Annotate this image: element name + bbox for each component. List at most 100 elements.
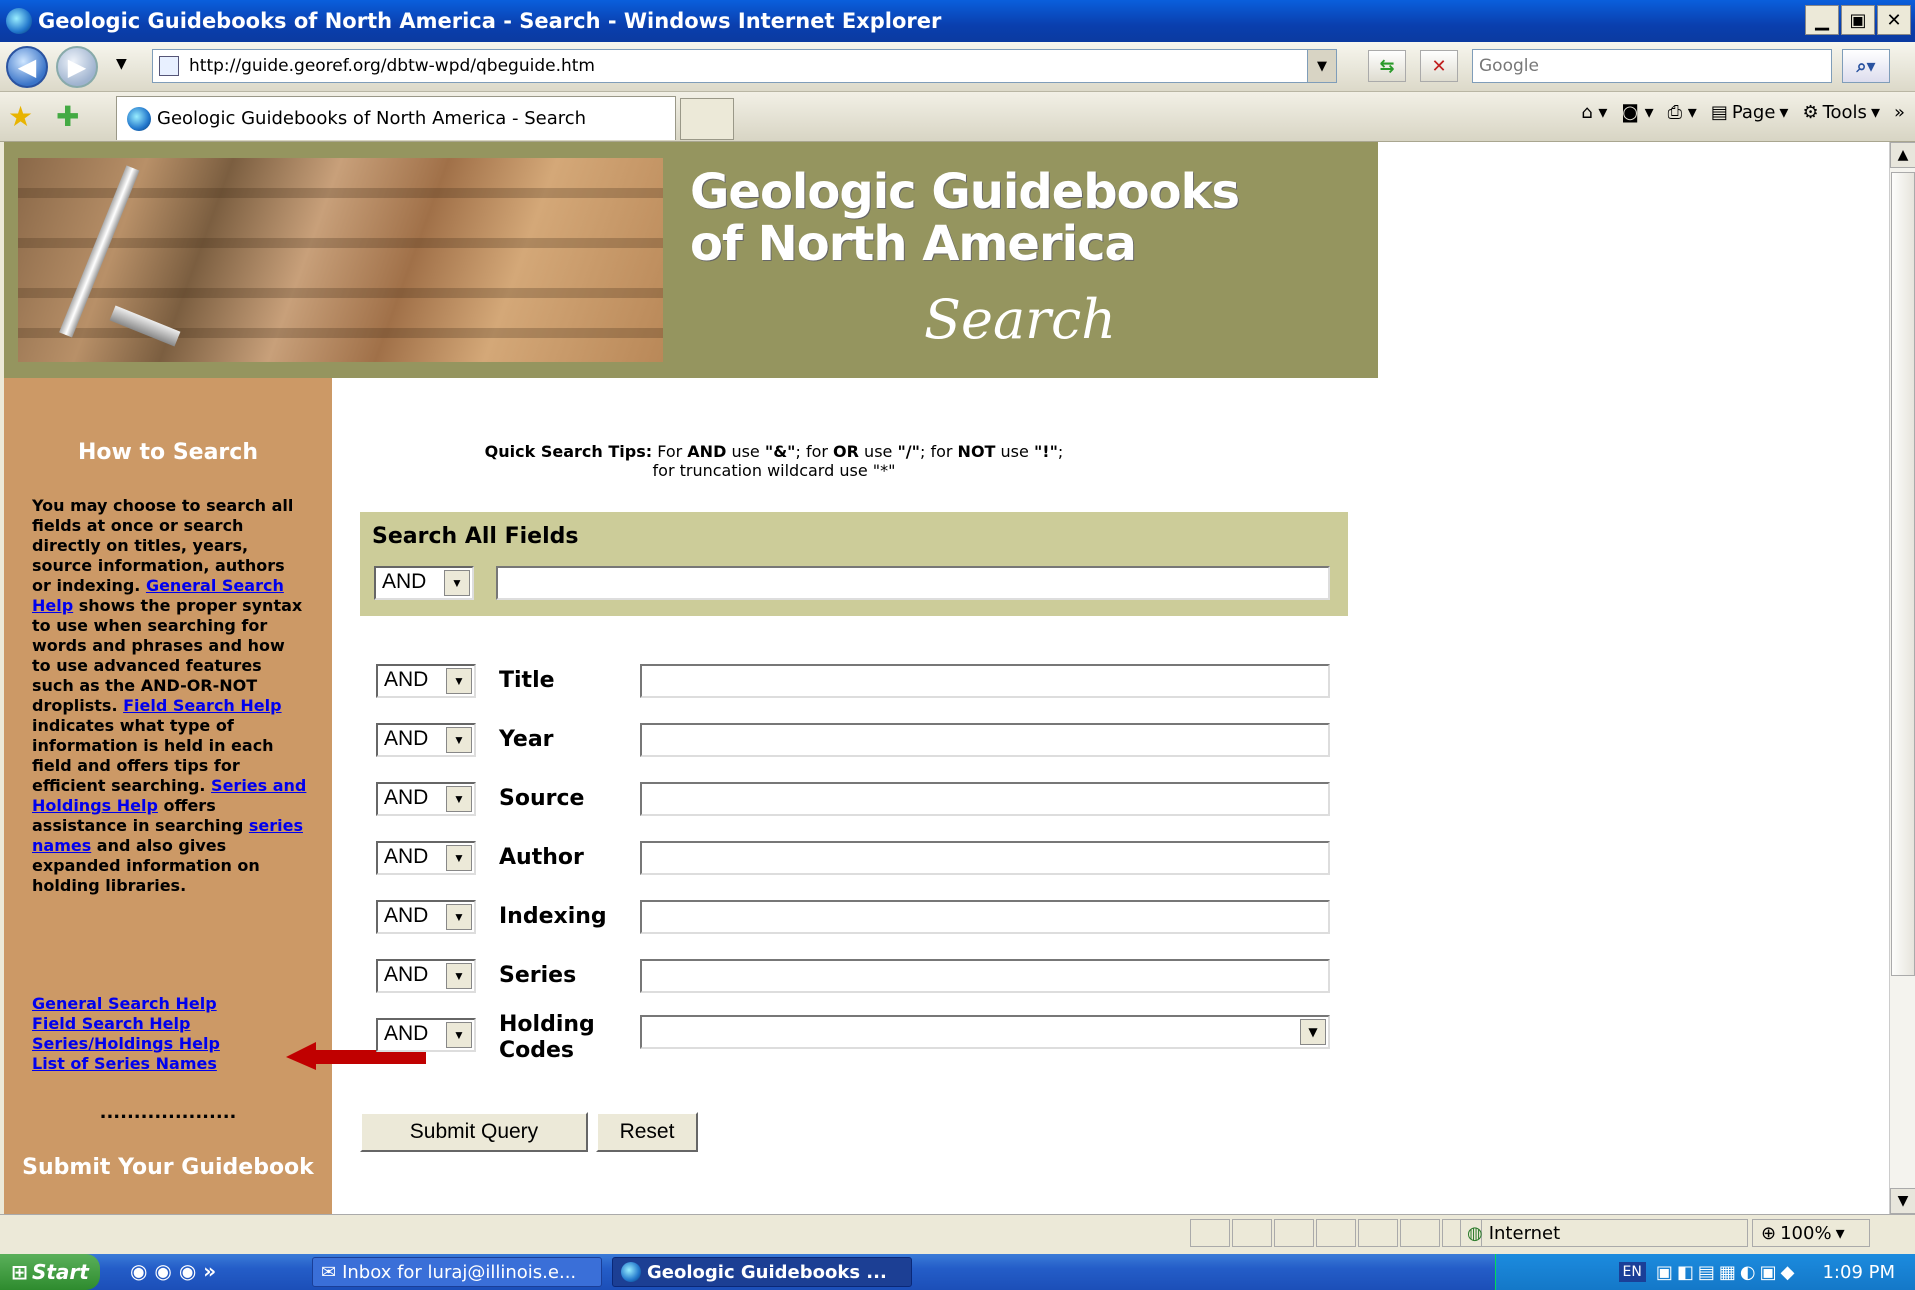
year-operator-select[interactable]: AND ▼ bbox=[376, 723, 476, 757]
holding-label-line1: Holding bbox=[499, 1012, 595, 1037]
indexing-input[interactable] bbox=[640, 900, 1330, 934]
author-input[interactable] bbox=[640, 841, 1330, 875]
new-tab-button[interactable] bbox=[680, 98, 734, 140]
zone-label: Internet bbox=[1488, 1222, 1561, 1244]
search-input[interactable]: Google bbox=[1472, 49, 1832, 83]
submit-query-button[interactable]: Submit Query bbox=[360, 1112, 588, 1152]
holding-codes-operator-select[interactable]: AND ▼ bbox=[376, 1018, 476, 1052]
all-fields-operator-select[interactable]: AND ▼ bbox=[374, 566, 474, 600]
address-url: http://guide.georef.org/dbtw-wpd/qbeguid… bbox=[189, 56, 595, 76]
submit-guidebook-heading[interactable]: Submit Your Guidebook bbox=[4, 1154, 332, 1181]
series-input[interactable] bbox=[640, 959, 1330, 993]
tools-menu-label: Tools bbox=[1822, 102, 1867, 123]
recent-pages-dropdown-icon[interactable]: ▼ bbox=[116, 56, 127, 72]
task1-label: Inbox for luraj@illinois.e... bbox=[342, 1261, 577, 1283]
reset-button[interactable]: Reset bbox=[596, 1112, 698, 1152]
tab-geologic-guidebooks[interactable]: Geologic Guidebooks of North America - S… bbox=[116, 96, 676, 140]
author-operator-select[interactable]: AND ▼ bbox=[376, 841, 476, 875]
quick-launch-icons[interactable]: ◉ ◉ ◉ » bbox=[130, 1259, 216, 1283]
chevron-down-icon: ▼ bbox=[444, 570, 470, 596]
indexing-label: Indexing bbox=[499, 904, 607, 929]
minimize-button[interactable]: ▁ bbox=[1805, 5, 1839, 35]
stop-icon[interactable]: ✕ bbox=[1420, 50, 1458, 82]
zone-indicator: ◍ Internet bbox=[1460, 1219, 1748, 1247]
vertical-scrollbar[interactable]: ▲ ▼ bbox=[1889, 142, 1915, 1214]
source-input[interactable] bbox=[640, 782, 1330, 816]
series-holdings-help-link[interactable]: Series/Holdings Help bbox=[32, 1034, 220, 1054]
banner-title-line2: of North America bbox=[690, 216, 1137, 272]
chevron-down-icon: ▼ bbox=[446, 904, 472, 930]
ie-page-icon bbox=[127, 106, 151, 131]
series-operator-select[interactable]: AND ▼ bbox=[376, 959, 476, 993]
holding-codes-select[interactable]: ▼ bbox=[640, 1015, 1330, 1049]
page-menu[interactable]: ▤ Page ▾ bbox=[1711, 102, 1789, 123]
scroll-thumb[interactable] bbox=[1891, 172, 1915, 976]
taskbar: ⊞ Start ◉ ◉ ◉ » ✉ Inbox for luraj@illino… bbox=[0, 1254, 1915, 1290]
home-icon[interactable]: ⌂ ▾ bbox=[1581, 102, 1607, 123]
tab-label: Geologic Guidebooks of North America - S… bbox=[157, 108, 587, 129]
scroll-down-icon[interactable]: ▼ bbox=[1890, 1188, 1915, 1214]
sidebar-description: You may choose to search all fields at o… bbox=[32, 496, 308, 896]
series-label: Series bbox=[499, 963, 577, 988]
clock: 1:09 PM bbox=[1822, 1261, 1895, 1283]
chevron-down-icon: ▼ bbox=[1300, 1019, 1326, 1045]
zoom-icon: ⊕ bbox=[1761, 1222, 1777, 1244]
status-bar: ◍ Internet ⊕ 100% ▾ bbox=[0, 1214, 1915, 1250]
search-icon[interactable]: ⌕▾ bbox=[1842, 49, 1890, 83]
indexing-operator-select[interactable]: AND ▼ bbox=[376, 900, 476, 934]
task2-label: Geologic Guidebooks ... bbox=[647, 1261, 887, 1283]
start-button[interactable]: ⊞ Start bbox=[0, 1254, 100, 1290]
maximize-button[interactable]: ▣ bbox=[1841, 5, 1875, 35]
year-label: Year bbox=[499, 727, 554, 752]
chevron-down-icon: ▼ bbox=[446, 1022, 472, 1048]
source-label: Source bbox=[499, 786, 585, 811]
tools-menu[interactable]: ⚙ Tools ▾ bbox=[1802, 102, 1880, 123]
refresh-icon[interactable]: ⇆ bbox=[1368, 50, 1406, 82]
taskbar-inbox-button[interactable]: ✉ Inbox for luraj@illinois.e... bbox=[312, 1257, 602, 1287]
year-input[interactable] bbox=[640, 723, 1330, 757]
author-label: Author bbox=[499, 845, 584, 870]
ie-window: Geologic Guidebooks of North America - S… bbox=[0, 0, 1915, 1290]
search-all-fields-heading: Search All Fields bbox=[372, 524, 579, 549]
tray-icons[interactable]: ▣◧▤▦◐▣◆ bbox=[1656, 1262, 1799, 1283]
scroll-up-icon[interactable]: ▲ bbox=[1890, 142, 1915, 168]
list-of-series-names-link[interactable]: List of Series Names bbox=[32, 1054, 220, 1074]
all-fields-input[interactable] bbox=[496, 566, 1330, 600]
tab-row: ★ ✚ Geologic Guidebooks of North America… bbox=[0, 92, 1915, 142]
title-label: Title bbox=[499, 668, 555, 693]
close-button[interactable]: ✕ bbox=[1877, 5, 1911, 35]
zoom-control[interactable]: ⊕ 100% ▾ bbox=[1752, 1219, 1870, 1247]
ie-logo-icon bbox=[6, 8, 32, 34]
operator-value: AND bbox=[382, 570, 427, 593]
forward-arrow-icon[interactable]: ▶ bbox=[56, 46, 98, 88]
chevron-down-icon: ▼ bbox=[446, 786, 472, 812]
gear-icon: ⚙ bbox=[1802, 102, 1819, 123]
page-content: Geologic Guidebooks of North America Sea… bbox=[4, 142, 1889, 1214]
address-dropdown-icon[interactable]: ▼ bbox=[1307, 49, 1337, 83]
holding-label-line2: Codes bbox=[499, 1038, 575, 1063]
title-operator-select[interactable]: AND ▼ bbox=[376, 664, 476, 698]
tips-line1: Quick Search Tips: For AND use "&"; for … bbox=[484, 442, 1064, 461]
chevron-more-icon[interactable]: » bbox=[1894, 102, 1905, 123]
source-operator-select[interactable]: AND ▼ bbox=[376, 782, 476, 816]
title-input[interactable] bbox=[640, 664, 1330, 698]
general-search-help-link[interactable]: General Search Help bbox=[32, 994, 220, 1014]
field-search-help-inline-link[interactable]: Field Search Help bbox=[123, 696, 281, 715]
favorites-star-icon[interactable]: ★ bbox=[8, 100, 33, 133]
zoom-label: 100% bbox=[1780, 1222, 1832, 1244]
start-label: Start bbox=[31, 1260, 89, 1284]
system-tray: EN ▣◧▤▦◐▣◆ 1:09 PM bbox=[1495, 1254, 1915, 1290]
add-favorites-icon[interactable]: ✚ bbox=[56, 100, 79, 133]
taskbar-ie-button[interactable]: Geologic Guidebooks ... bbox=[612, 1257, 912, 1287]
page-menu-label: Page bbox=[1731, 102, 1776, 123]
back-arrow-icon[interactable]: ◀ bbox=[6, 46, 48, 88]
sidebar: How to Search You may choose to search a… bbox=[4, 378, 332, 1214]
print-icon[interactable]: ⎙ ▾ bbox=[1668, 102, 1697, 123]
sidebar-links: General Search Help Field Search Help Se… bbox=[32, 994, 220, 1074]
banner: Geologic Guidebooks of North America Sea… bbox=[4, 142, 1378, 378]
tips-line2: for truncation wildcard use "*" bbox=[652, 461, 896, 480]
feeds-icon[interactable]: ◙ ▾ bbox=[1621, 102, 1653, 123]
field-search-help-link[interactable]: Field Search Help bbox=[32, 1014, 220, 1034]
language-indicator[interactable]: EN bbox=[1618, 1262, 1646, 1282]
address-bar[interactable]: http://guide.georef.org/dbtw-wpd/qbeguid… bbox=[152, 49, 1337, 83]
